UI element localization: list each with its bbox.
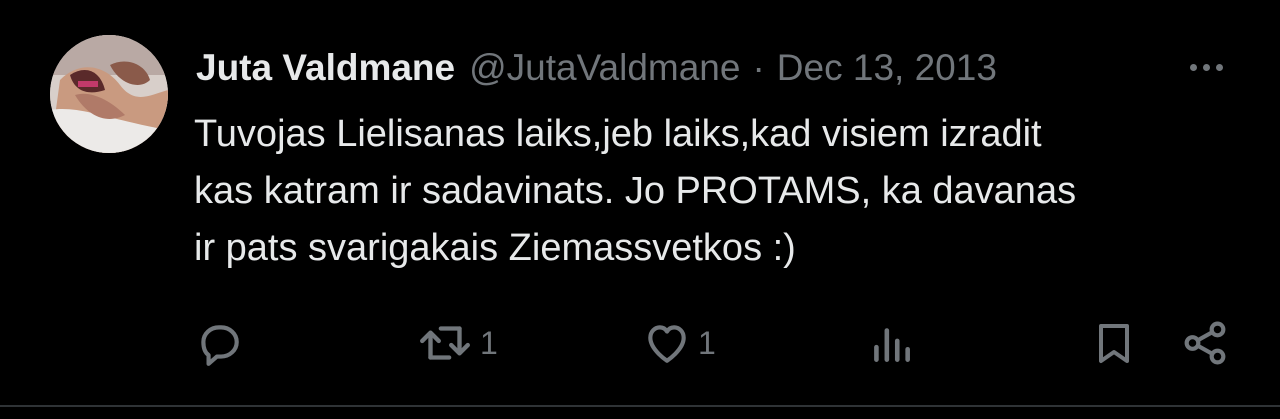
bookmark-button[interactable] [1090, 315, 1138, 371]
more-dot [1202, 63, 1210, 71]
tweet-divider [0, 405, 1280, 407]
author-handle[interactable]: @JutaValdmane [469, 47, 740, 89]
tweet-actions: 1 1 [0, 315, 1280, 371]
tweet-text-line: kas katram ir sadavinats. Jo PROTAMS, ka… [194, 170, 1077, 212]
tweet-text-line: ir pats svarigakais Ziemassvetkos :) [194, 227, 796, 269]
more-dot [1215, 63, 1223, 71]
like-count: 1 [698, 324, 716, 361]
views-icon [866, 318, 916, 368]
share-icon [1180, 318, 1230, 368]
avatar[interactable] [50, 35, 168, 153]
reply-icon [194, 318, 244, 368]
author-display-name[interactable]: Juta Valdmane [196, 47, 455, 89]
retweet-icon [416, 318, 474, 368]
bookmark-icon [1090, 318, 1138, 368]
reply-button[interactable] [194, 315, 244, 371]
header-separator: · [752, 47, 765, 88]
tweet-date[interactable]: Dec 13, 2013 [777, 47, 997, 89]
tweet-text-line: Tuvojas Lielisanas laiks,jeb laiks,kad v… [194, 113, 1042, 155]
more-options-icon[interactable] [1182, 52, 1230, 82]
share-button[interactable] [1180, 315, 1230, 371]
retweet-button[interactable]: 1 [416, 315, 498, 371]
tweet-text: Tuvojas Lielisanas laiks,jeb laiks,kad v… [194, 106, 1234, 277]
more-dot [1189, 63, 1197, 71]
views-button[interactable] [866, 315, 916, 371]
heart-icon [642, 318, 692, 368]
tweet[interactable]: Juta Valdmane @JutaValdmane · Dec 13, 20… [0, 0, 1280, 419]
retweet-count: 1 [480, 324, 498, 361]
like-button[interactable]: 1 [642, 315, 716, 371]
tweet-header: Juta Valdmane @JutaValdmane · Dec 13, 20… [196, 44, 997, 92]
